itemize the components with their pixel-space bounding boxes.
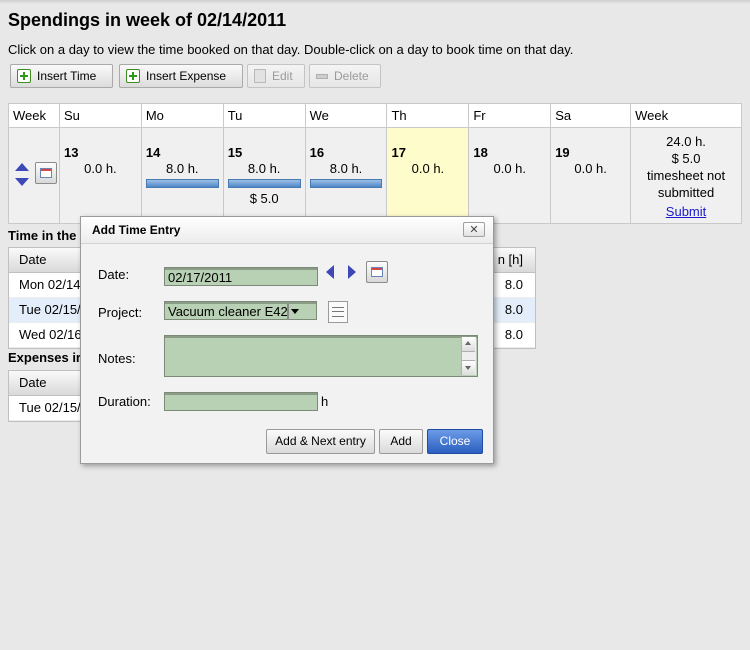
day-hours: 8.0 h. <box>329 161 363 176</box>
hours-bar <box>227 179 301 188</box>
day-cell-thursday[interactable]: 17 0.0 h. <box>386 127 470 224</box>
project-select[interactable]: Vacuum cleaner E42 <box>164 301 317 320</box>
duration-input[interactable] <box>164 392 318 411</box>
col-saturday: Sa <box>550 103 632 128</box>
edit-button[interactable]: Edit <box>247 64 305 88</box>
page-title: Spendings in week of 02/14/2011 <box>8 10 287 30</box>
day-number: 17 <box>391 145 406 160</box>
next-week-arrow-icon[interactable] <box>15 178 29 186</box>
day-cell-sunday[interactable]: 13 0.0 h. <box>58 127 142 224</box>
day-number: 15 <box>227 145 243 160</box>
day-hours: 8.0 h. <box>166 161 199 176</box>
col-friday: Fr <box>468 103 552 128</box>
instructions: Click on a day to view the time booked o… <box>8 42 574 57</box>
calendar-icon[interactable] <box>35 162 57 184</box>
submit-link[interactable]: Submit <box>666 204 706 219</box>
plus-icon <box>126 69 140 83</box>
col-monday: Mo <box>140 103 224 128</box>
day-number: 16 <box>309 145 325 160</box>
delete-button[interactable]: Delete <box>309 64 381 88</box>
notes-textarea[interactable] <box>164 335 478 377</box>
delete-label: Delete <box>334 69 369 83</box>
insert-time-label: Insert Time <box>37 69 97 83</box>
dialog-close-icon[interactable]: ✕ <box>463 222 485 237</box>
notes-label: Notes: <box>98 351 136 366</box>
day-hours: 8.0 h. <box>247 161 281 176</box>
previous-day-arrow-icon[interactable] <box>326 265 334 279</box>
col-thursday: Th <box>386 103 470 128</box>
hours-bar <box>145 179 219 188</box>
scroll-down-icon[interactable] <box>462 360 475 375</box>
day-number: 18 <box>473 145 488 160</box>
expense-section-title: Expenses ir <box>8 350 81 365</box>
col-week-summary: Week <box>630 103 742 128</box>
day-number: 19 <box>555 145 570 160</box>
day-cell-tuesday[interactable]: 15 8.0 h. $ 5.0 <box>222 127 306 224</box>
day-number: 14 <box>145 145 161 160</box>
week-total-hours: 24.0 h. <box>666 134 706 149</box>
hours-bar <box>309 179 383 188</box>
project-label: Project: <box>98 305 143 320</box>
date-input[interactable]: 02/17/2011 <box>164 267 318 286</box>
insert-expense-button[interactable]: Insert Expense <box>119 64 243 88</box>
timesheet-status: timesheet not <box>647 168 726 183</box>
week-total-expense: $ 5.0 <box>671 151 701 166</box>
day-hours: 0.0 h. <box>493 161 527 176</box>
notes-scrollbar[interactable] <box>461 337 476 375</box>
previous-week-arrow-icon[interactable] <box>15 163 29 171</box>
next-day-arrow-icon[interactable] <box>348 265 356 279</box>
close-button[interactable]: Close <box>427 429 483 454</box>
scroll-up-icon[interactable] <box>462 337 475 352</box>
time-section-title: Time in the <box>8 228 77 243</box>
duration-unit: h <box>321 394 329 409</box>
day-expense: $ 5.0 <box>249 191 279 206</box>
dialog-titlebar[interactable]: Add Time Entry ✕ <box>81 217 493 244</box>
day-cell-monday[interactable]: 14 8.0 h. <box>140 127 224 224</box>
edit-label: Edit <box>272 69 293 83</box>
date-label: Date: <box>98 267 130 282</box>
day-cell-friday[interactable]: 18 0.0 h. <box>468 127 552 224</box>
project-value: Vacuum cleaner E42 <box>168 304 288 319</box>
col-week: Week <box>8 103 60 128</box>
top-shadow <box>0 0 750 4</box>
edit-icon <box>254 69 266 83</box>
add-button[interactable]: Add <box>379 429 423 454</box>
insert-time-button[interactable]: Insert Time <box>10 64 113 88</box>
week-days-row: 13 0.0 h. 14 8.0 h. 15 8.0 h. $ 5.0 16 8… <box>8 127 742 224</box>
dialog-title: Add Time Entry <box>92 223 181 237</box>
chevron-down-icon[interactable] <box>286 303 289 320</box>
date-picker-icon[interactable] <box>366 261 388 283</box>
week-nav-cell <box>8 127 60 224</box>
day-hours: 0.0 h. <box>411 161 445 176</box>
week-calendar: Week Su Mo Tu We Th Fr Sa Week 13 0.0 h.… <box>8 103 742 224</box>
day-hours: 0.0 h. <box>84 161 117 176</box>
day-number: 13 <box>63 145 79 160</box>
insert-expense-label: Insert Expense <box>146 69 227 83</box>
duration-label: Duration: <box>98 394 151 409</box>
add-next-entry-button[interactable]: Add & Next entry <box>266 429 375 454</box>
week-summary-cell: 24.0 h. $ 5.0 timesheet not submitted Su… <box>630 127 742 224</box>
day-cell-saturday[interactable]: 19 0.0 h. <box>550 127 632 224</box>
delete-icon <box>316 74 328 79</box>
timesheet-status-2: submitted <box>657 185 715 200</box>
col-tuesday: Tu <box>222 103 306 128</box>
add-time-entry-dialog: Add Time Entry ✕ Date: 02/17/2011 Projec… <box>80 216 494 464</box>
col-wednesday: We <box>304 103 388 128</box>
week-header-row: Week Su Mo Tu We Th Fr Sa Week <box>8 103 742 128</box>
plus-icon <box>17 69 31 83</box>
day-hours: 0.0 h. <box>574 161 607 176</box>
day-cell-wednesday[interactable]: 16 8.0 h. <box>304 127 388 224</box>
date-value: 02/17/2011 <box>168 270 233 285</box>
col-sunday: Su <box>58 103 142 128</box>
project-details-icon[interactable] <box>328 301 348 323</box>
